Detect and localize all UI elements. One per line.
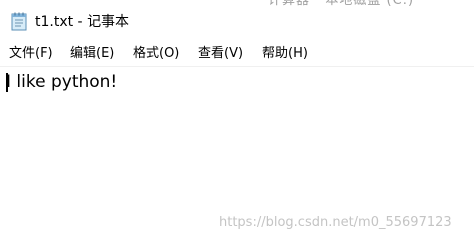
background-window-title-fragment: 计算器 · 本地磁盘 (C:): [268, 0, 415, 8]
editor-content: I like python!: [6, 72, 118, 92]
menu-edit[interactable]: 编辑(E): [70, 45, 114, 63]
window-title: t1.txt - 记事本: [35, 14, 130, 30]
menu-format[interactable]: 格式(O): [133, 45, 179, 63]
title-bar[interactable]: t1.txt - 记事本 计算器 · 本地磁盘 (C:): [0, 0, 474, 40]
notepad-icon[interactable]: [11, 12, 28, 31]
menu-file[interactable]: 文件(F): [9, 45, 53, 63]
menu-bar: 文件(F) 编辑(E) 格式(O) 查看(V) 帮助(H): [0, 40, 474, 66]
watermark: https://blog.csdn.net/m0_55697123: [219, 215, 452, 230]
menu-view[interactable]: 查看(V): [198, 45, 243, 63]
menu-help[interactable]: 帮助(H): [262, 45, 308, 63]
notepad-window: t1.txt - 记事本 计算器 · 本地磁盘 (C:) 文件(F) 编辑(E)…: [0, 0, 474, 245]
